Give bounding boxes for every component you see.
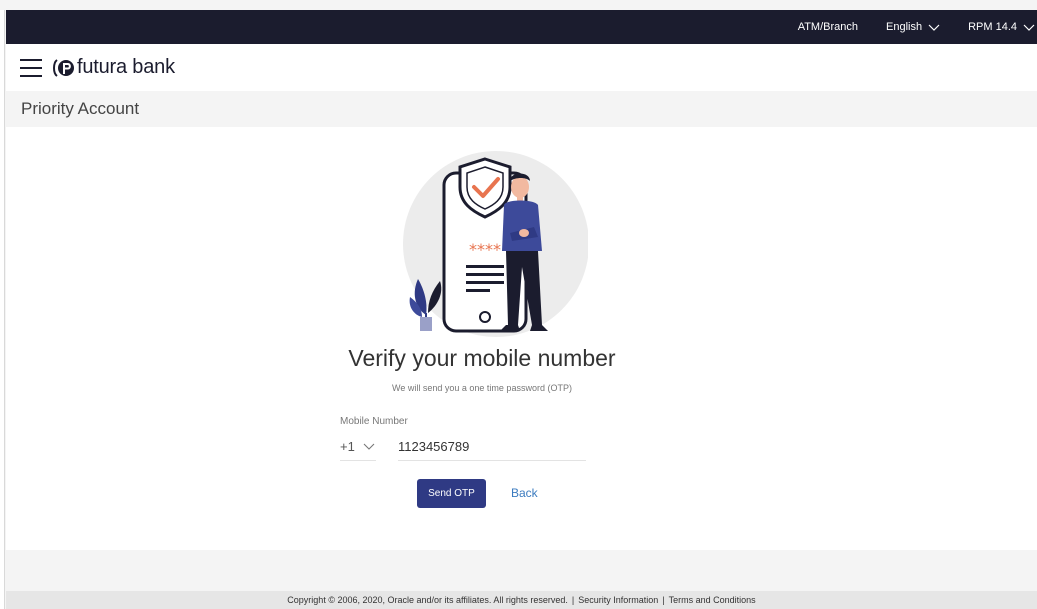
brand-name: futura bank	[77, 56, 175, 78]
send-otp-button[interactable]: Send OTP	[417, 479, 486, 508]
futura-logo-icon	[53, 58, 74, 77]
left-edge-rule	[0, 10, 5, 609]
brand-logo[interactable]: futura bank	[52, 56, 175, 79]
version-label: RPM 14.4	[968, 21, 1017, 33]
verify-subtitle: We will send you a one time password (OT…	[392, 383, 572, 393]
language-dropdown[interactable]: English	[886, 21, 940, 33]
verify-title: Verify your mobile number	[348, 345, 616, 371]
app-header: futura bank	[6, 44, 1037, 91]
top-bar: ATM/Branch English RPM 14.4	[6, 10, 1037, 44]
country-code-select[interactable]: +1	[340, 433, 376, 461]
language-label: English	[886, 21, 923, 33]
security-information-link[interactable]: Security Information	[576, 595, 660, 605]
chevron-down-icon	[363, 443, 375, 450]
page-footer: Copyright © 2006, 2020, Oracle and/or it…	[6, 591, 1037, 609]
chevron-down-icon	[1023, 24, 1035, 31]
page-frame: ATM/Branch English RPM 14.4 futura bank …	[0, 0, 1037, 609]
verify-card: **** Verify your mobile number We will s…	[6, 127, 1037, 550]
page-header: Priority Account	[6, 91, 1037, 127]
mobile-number-input[interactable]	[398, 433, 586, 461]
back-link[interactable]: Back	[511, 486, 538, 500]
terms-and-conditions-link[interactable]: Terms and Conditions	[667, 595, 758, 605]
version-dropdown[interactable]: RPM 14.4	[968, 21, 1035, 33]
chevron-down-icon	[928, 24, 940, 31]
illustration-password-stars: ****	[469, 240, 501, 259]
mobile-number-label: Mobile Number	[340, 416, 408, 427]
menu-icon[interactable]	[20, 58, 42, 77]
atm-branch-label: ATM/Branch	[797, 21, 858, 33]
atm-branch-link[interactable]: ATM/Branch	[798, 21, 858, 33]
country-code-value: +1	[340, 439, 355, 454]
copyright-text: Copyright © 2006, 2020, Oracle and/or it…	[287, 595, 568, 605]
mobile-security-illustration: ****	[403, 151, 588, 337]
page-title: Priority Account	[21, 99, 140, 118]
